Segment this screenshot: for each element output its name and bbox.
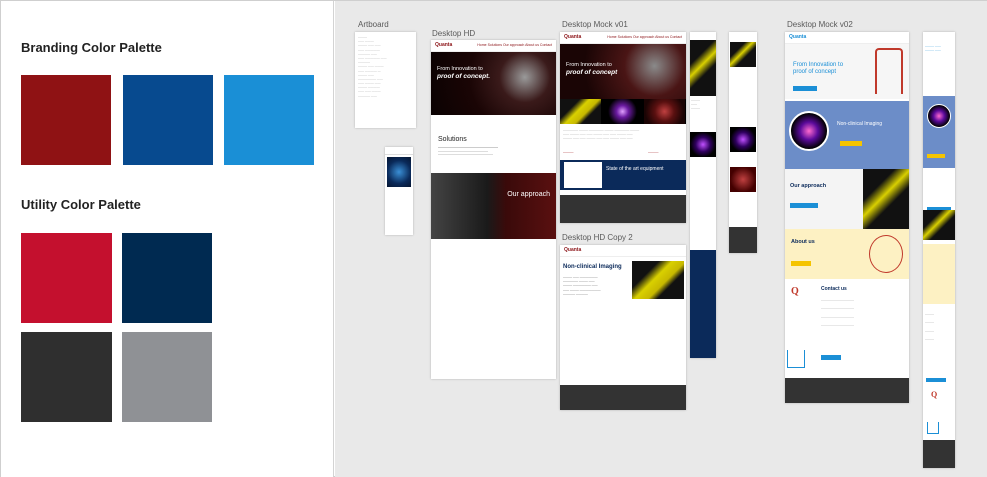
- mobile-mock-2[interactable]: [729, 32, 757, 253]
- v02-hero: From Innovation to proof of concept: [785, 44, 909, 99]
- v02-footer: [785, 378, 909, 403]
- mobile-v02-footer: [923, 440, 955, 468]
- hd-solutions-heading: Solutions: [438, 136, 467, 143]
- v01-footer: [560, 195, 686, 223]
- v02-nonclinical-button[interactable]: [840, 141, 862, 146]
- mobile2-footer: [729, 227, 757, 253]
- hd-body-line: [438, 151, 488, 152]
- v02-navbar: Quanta: [785, 32, 909, 44]
- hd-nav-links: Home Solutions Our approach About us Con…: [477, 43, 552, 47]
- hd-copy2-artboard[interactable]: Quanta Non-clinical Imaging ——— —— —————…: [560, 245, 686, 410]
- v02-about-section: About us: [785, 229, 909, 279]
- copy2-device-image: [632, 261, 684, 299]
- mock-v02-artboard[interactable]: Quanta From Innovation to proof of conce…: [785, 32, 909, 403]
- desktop-hd-artboard[interactable]: Quanta Home Solutions Our approach About…: [431, 40, 556, 379]
- utility-swatch-1[interactable]: [21, 233, 112, 323]
- v02-hero-line2: proof of concept: [793, 69, 837, 76]
- utility-swatch-2[interactable]: [122, 233, 212, 323]
- app-window: Branding Color Palette Utility Color Pal…: [0, 0, 987, 477]
- hd-copy2-label[interactable]: Desktop HD Copy 2: [562, 233, 633, 242]
- v02-about-graphic: [869, 235, 903, 273]
- branding-palette-title: Branding Color Palette: [21, 40, 162, 55]
- copy2-navbar: Quanta: [560, 245, 686, 257]
- v01-link[interactable]: ———: [563, 150, 574, 154]
- v02-about-button[interactable]: [791, 261, 811, 266]
- hd-approach-heading: Our approach: [507, 191, 550, 198]
- v01-link[interactable]: ———: [648, 150, 659, 154]
- desktop-hd-label[interactable]: Desktop HD: [432, 29, 475, 38]
- v02-approach-section: Our approach: [785, 169, 909, 229]
- mock-v02-label[interactable]: Desktop Mock v02: [787, 20, 853, 29]
- hd-hero-text: From Innovation to proof of concept.: [437, 66, 490, 80]
- artboard-doc-text: ——— —— ——— ——— —— —— —— ————— ———— —— —— ————…: [358, 35, 387, 98]
- v02-imaging-circle: [789, 111, 829, 151]
- v02-device-image: [863, 169, 909, 229]
- branding-swatch-1[interactable]: [21, 75, 111, 165]
- v02-contact-logo: Q: [791, 286, 799, 297]
- v02-approach-button[interactable]: [790, 203, 818, 208]
- utility-swatch-4[interactable]: [122, 332, 212, 422]
- beaker-icon: [787, 350, 805, 368]
- mobile-mock-v02[interactable]: ——— —— ——— —— ——— ——— ——— ——— Q: [923, 32, 955, 468]
- v01-logo: Quanta: [564, 34, 582, 40]
- v01-hero-text: From Innovation to proof of concept: [566, 62, 617, 76]
- v01-hero-line2: proof of concept: [566, 68, 618, 76]
- v01-hero: From Innovation to proof of concept: [560, 44, 686, 99]
- hd-navbar: Quanta Home Solutions Our approach About…: [431, 40, 556, 52]
- v02-about-heading: About us: [791, 239, 815, 245]
- mock-v01-artboard[interactable]: Quanta Home Solutions Our approach About…: [560, 32, 686, 223]
- v02-logo: Quanta: [789, 34, 807, 40]
- v01-navbar: Quanta Home Solutions Our approach About…: [560, 32, 686, 44]
- v02-hero-line1: From Innovation to: [793, 62, 844, 68]
- v02-contact-heading: Contact us: [821, 286, 847, 292]
- microscope-icon: [875, 48, 903, 94]
- copy2-footer: [560, 385, 686, 410]
- v01-columns-text: ————— ——— ————— ——— ————— ——— —— ——— —— —…: [563, 128, 640, 141]
- copy2-body-text: ——— —— —————— ————— ——— —— ——— —————— —— ——…: [563, 275, 601, 296]
- utility-palette-title: Utility Color Palette: [21, 197, 141, 212]
- v02-contact-form[interactable]: ——————————— ——————————— ——————————— ———————…: [821, 298, 854, 327]
- v02-approach-heading: Our approach: [790, 183, 827, 189]
- hd-logo: Quanta: [435, 42, 453, 48]
- copy2-nonclinical-heading: Non-clinical Imaging: [563, 264, 622, 270]
- v01-equipment-band: State of the art equipment: [560, 160, 686, 190]
- palette-panel: Branding Color Palette Utility Color Pal…: [1, 1, 334, 477]
- mobile-mock-1[interactable]: ——— —— ———: [690, 32, 716, 358]
- v02-submit-button[interactable]: [821, 355, 841, 360]
- v01-equipment-heading: State of the art equipment: [606, 166, 664, 172]
- artboard-text-doc[interactable]: ——— —— ——— ——— —— —— —— ————— ———— —— —— ————…: [355, 32, 416, 128]
- hd-hero-line1: From Innovation to: [437, 66, 483, 72]
- branding-swatch-3[interactable]: [224, 75, 314, 165]
- branding-swatch-2[interactable]: [123, 75, 213, 165]
- v02-nonclinical-heading: Non-clinical Imaging: [837, 121, 883, 127]
- hd-hero-image: From Innovation to proof of concept.: [431, 52, 556, 115]
- v01-hero-line1: From Innovation to: [566, 62, 612, 68]
- utility-swatch-3[interactable]: [21, 332, 112, 422]
- design-canvas[interactable]: Artboard ——— —— ——— ——— —— —— —— ————— ———— …: [335, 1, 987, 477]
- hd-divider: [438, 147, 498, 148]
- v02-nonclinical-section: Non-clinical Imaging: [785, 101, 909, 169]
- hd-body-line: [438, 154, 493, 155]
- v01-equipment-thumb: [564, 162, 602, 188]
- mobile1-navy-band: [690, 250, 716, 358]
- v02-hero-button[interactable]: [793, 86, 817, 91]
- v01-image-strip: [560, 99, 686, 124]
- v01-nav-links: Home Solutions Our approach About us Con…: [607, 35, 682, 39]
- hd-hero-line2: proof of concept.: [437, 72, 491, 80]
- mock-v01-label[interactable]: Desktop Mock v01: [562, 20, 628, 29]
- artboard-mobile-thumb[interactable]: [385, 147, 413, 235]
- hd-approach-image: Our approach: [431, 173, 556, 239]
- copy2-logo: Quanta: [564, 247, 582, 253]
- v02-hero-title: From Innovation to proof of concept: [793, 62, 843, 76]
- artboard-label[interactable]: Artboard: [358, 20, 389, 29]
